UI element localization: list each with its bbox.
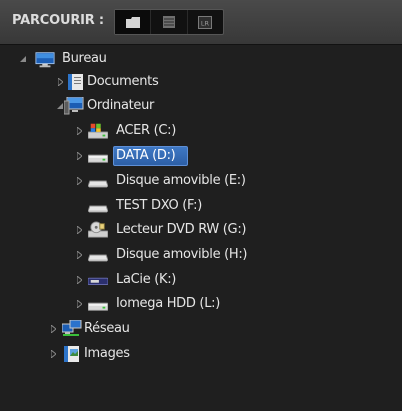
lightroom-button[interactable]: LR	[188, 10, 223, 34]
tree-item-label: Documents	[87, 74, 159, 89]
tree-item-label: Lecteur DVD RW (G:)	[116, 222, 247, 237]
removable-drive-icon	[88, 180, 108, 188]
tree-item-label: Disque amovible (H:)	[116, 247, 248, 262]
tree-item-images[interactable]: Images	[0, 343, 402, 365]
tree-item-label: LaCie (K:)	[116, 272, 177, 287]
svg-text:LR: LR	[201, 19, 210, 27]
tree-item-label: Images	[84, 346, 130, 361]
tree-item-label: DATA (D:)	[116, 148, 176, 163]
tree-item-label: Disque amovible (E:)	[116, 173, 246, 188]
collapsed-arrow-icon[interactable]	[74, 293, 84, 315]
browse-panel: PARCOURIR : LR Bureau Documents Ordinate…	[0, 0, 402, 411]
tree-item-label: Bureau	[62, 51, 107, 66]
collapsed-arrow-icon[interactable]	[74, 170, 84, 192]
documents-icon	[68, 74, 83, 90]
view-toolbar: LR	[114, 9, 224, 35]
tree-item-acer-c[interactable]: ACER (C:)	[0, 120, 402, 142]
tree-item-disque-amovible-e[interactable]: Disque amovible (E:)	[0, 170, 402, 192]
tree-item-ordinateur[interactable]: Ordinateur	[0, 95, 402, 117]
lightroom-icon: LR	[198, 15, 213, 29]
tree-item-reseau[interactable]: Réseau	[0, 318, 402, 340]
lacie-drive-icon	[88, 277, 108, 285]
collapsed-arrow-icon[interactable]	[55, 71, 65, 93]
system-drive-icon	[88, 123, 108, 139]
panel-title: PARCOURIR :	[12, 13, 104, 28]
drive-icon	[88, 302, 108, 311]
panel-header: PARCOURIR : LR	[0, 0, 402, 45]
tree-item-iomega-l[interactable]: Iomega HDD (L:)	[0, 293, 402, 315]
tree-item-label: TEST DXO (F:)	[116, 198, 203, 213]
list-view-button[interactable]	[151, 10, 188, 34]
tree-item-disque-amovible-h[interactable]: Disque amovible (H:)	[0, 244, 402, 266]
tree-item-label: Iomega HDD (L:)	[116, 296, 220, 311]
list-icon	[162, 16, 175, 28]
desktop-icon	[35, 52, 55, 68]
computer-icon	[64, 97, 84, 115]
tree-item-label: Ordinateur	[87, 98, 155, 113]
collapsed-arrow-icon[interactable]	[74, 120, 84, 142]
collapsed-arrow-icon[interactable]	[74, 145, 84, 167]
tree-item-data-d[interactable]: DATA (D:)	[0, 145, 402, 167]
collapsed-arrow-icon[interactable]	[48, 343, 58, 365]
tree-item-dvd-g[interactable]: Lecteur DVD RW (G:)	[0, 219, 402, 241]
drive-icon	[88, 154, 108, 163]
collapsed-arrow-icon[interactable]	[74, 269, 84, 291]
tree-item-label: ACER (C:)	[116, 123, 177, 138]
tree-item-documents[interactable]: Documents	[0, 71, 402, 93]
drive-icon	[88, 205, 108, 213]
folder-icon	[125, 16, 140, 28]
removable-drive-icon	[88, 254, 108, 262]
network-icon	[62, 320, 82, 336]
collapsed-arrow-icon[interactable]	[74, 244, 84, 266]
tree-item-lacie-k[interactable]: LaCie (K:)	[0, 269, 402, 291]
collapsed-arrow-icon[interactable]	[48, 318, 58, 340]
images-icon	[64, 346, 79, 362]
tree-item-test-dxo-f[interactable]: TEST DXO (F:)	[0, 195, 402, 217]
tree-item-bureau[interactable]: Bureau	[0, 48, 402, 70]
collapsed-arrow-icon[interactable]	[74, 219, 84, 241]
tree-item-label: Réseau	[84, 321, 130, 336]
expanded-arrow-icon[interactable]	[18, 48, 28, 70]
folder-view-button[interactable]	[115, 10, 152, 34]
dvd-drive-icon	[88, 221, 108, 238]
